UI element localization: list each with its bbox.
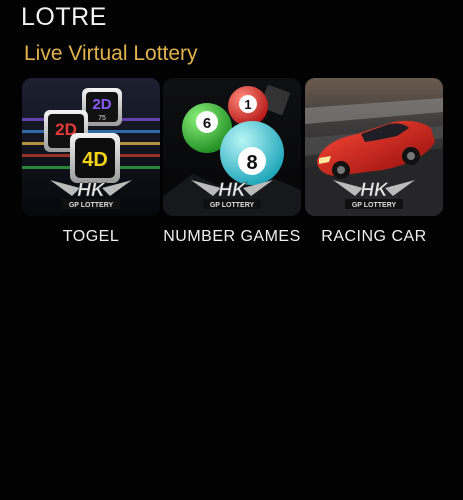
tile-sub-label: 75: [98, 115, 106, 122]
game-label-racing-car[interactable]: RACING CAR: [299, 228, 449, 246]
brand-logo-text: HK: [360, 180, 389, 201]
tile-label: 2D: [92, 96, 111, 113]
game-thumbnail-togel[interactable]: 2D 75 2D 3D 4D HK: [22, 78, 160, 216]
ball-number: 8: [246, 152, 257, 174]
game-label-togel[interactable]: TOGEL: [16, 228, 166, 246]
game-card-togel[interactable]: 2D 75 2D 3D 4D HK: [22, 78, 160, 253]
game-card-racing-car[interactable]: HK GP LOTTERY RACING CAR: [305, 78, 443, 253]
brand-logo-text: HK: [218, 180, 247, 201]
brand-logo-subtext: GP LOTTERY: [352, 202, 397, 209]
lottery-balls-icon: 6 1 8 HK GP LOTTERY: [163, 78, 301, 216]
game-card-number-games[interactable]: 6 1 8 HK GP LOTTERY NUMBER GAMES: [163, 78, 301, 253]
game-thumbnail-racing-car[interactable]: HK GP LOTTERY: [305, 78, 443, 216]
lottery-tiles-icon: 2D 75 2D 3D 4D HK: [22, 78, 160, 216]
brand-logo-subtext: GP LOTTERY: [69, 202, 114, 209]
ball-number: 6: [203, 115, 211, 132]
lottery-page: LOTRE Live Virtual Lottery 2D 75 2D 4D H…: [0, 0, 463, 500]
brand-logo-text: HK: [77, 180, 106, 201]
race-car-icon: HK GP LOTTERY: [305, 78, 443, 216]
brand-logo-subtext: GP LOTTERY: [210, 202, 255, 209]
game-thumbnail-number-games[interactable]: 6 1 8 HK GP LOTTERY: [163, 78, 301, 216]
ball-number: 1: [244, 97, 251, 112]
game-label-number-games[interactable]: NUMBER GAMES: [157, 228, 307, 246]
section-title: LOTRE: [21, 3, 107, 31]
tile-label: 4D: [82, 149, 108, 171]
game-list: 2D 75 2D 3D 4D HK: [22, 78, 443, 253]
subsection-title: Live Virtual Lottery: [24, 42, 198, 65]
